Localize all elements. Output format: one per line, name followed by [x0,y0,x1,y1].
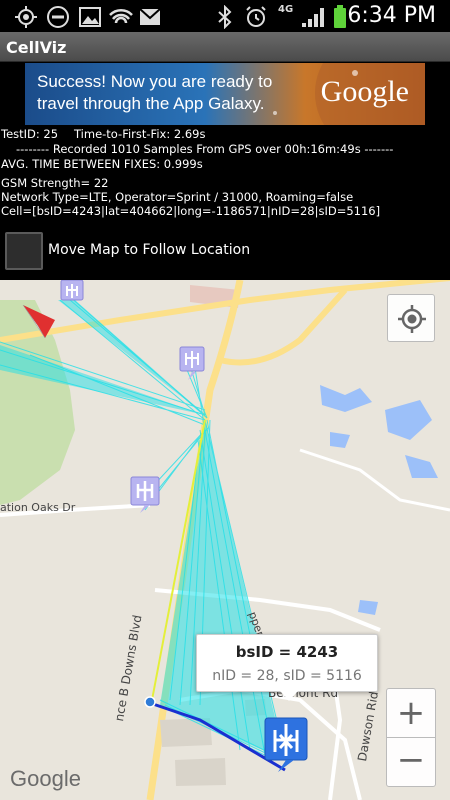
building-block-2 [175,758,226,786]
battery-icon [334,5,346,28]
do-not-disturb-icon [47,6,69,28]
water-lake-3 [405,455,438,478]
ad-banner[interactable]: Success! Now you are ready to travel thr… [25,63,425,125]
mail-icon [139,8,161,25]
recorded-samples: -------- Recorded 1010 Samples From GPS … [16,142,394,156]
network-type: Network Type=LTE, Operator=Sprint / 3100… [1,190,354,204]
water-lake [320,385,372,412]
info-window-title: bsID = 4243 [235,643,339,661]
water-pond [330,432,350,448]
follow-location-label[interactable]: Move Map to Follow Location [48,242,250,258]
my-location-icon [398,305,426,333]
side-road-top [299,448,450,512]
test-id: TestID: 25 [1,127,59,141]
avg-time-between-fixes: AVG. TIME BETWEEN FIXES: 0.999s [1,157,203,171]
wifi-hotspot-icon [109,8,133,24]
signal-icon [302,8,324,27]
signal-fan-fill [160,420,285,760]
map-view[interactable]: ation Oaks Dr nce B Downs Blvd Dawson Ri… [0,280,450,800]
cell-tower-marker-2 [179,346,205,380]
info-window-pointer [280,691,298,701]
cell-info: Cell=[bsID=4243|lat=404662|long=-1186571… [1,204,381,218]
current-location-dot [144,696,156,708]
cell-tower-marker-selected [264,717,308,772]
water-lake-2 [385,400,432,440]
gallery-icon [79,7,101,27]
tower-info-window[interactable]: bsID = 4243 nID = 28, sID = 5116 [196,634,378,692]
app-title-bar: CellViz [0,32,450,62]
gsm-strength: GSM Strength= 22 [1,176,109,190]
cell-tower-marker-1 [60,280,84,301]
follow-location-checkbox[interactable] [5,232,43,270]
clock: 6:34 PM [347,3,436,28]
info-window-snippet: nID = 28, sID = 5116 [212,668,362,684]
bluetooth-icon [218,5,232,29]
zoom-in-button[interactable]: + [386,688,436,738]
street-label-oaks: ation Oaks Dr [0,501,76,514]
app-title: CellViz [6,38,67,57]
status-bar: 4G 6:34 PM [0,0,450,32]
gps-icon [15,6,37,28]
alarm-icon [246,6,266,27]
my-location-button[interactable] [387,294,435,342]
network-type-label: 4G [278,4,294,15]
zoom-out-button[interactable]: − [386,737,436,787]
ad-text: Success! Now you are ready to travel thr… [37,72,273,113]
water-pond-2 [358,600,378,615]
ad-google-logo: Google [320,75,409,108]
time-to-first-fix: Time-to-First-Fix: 2.69s [74,127,206,141]
google-map-logo: Google [10,766,81,791]
map-canvas[interactable] [0,280,450,800]
